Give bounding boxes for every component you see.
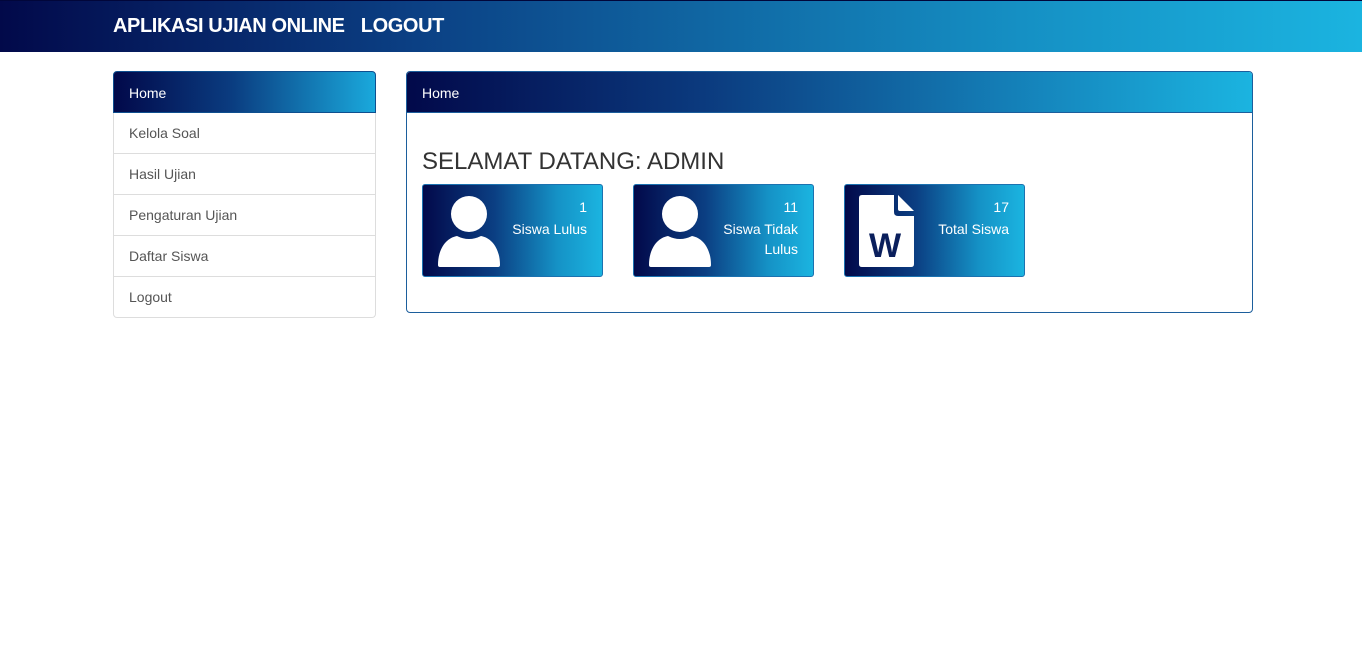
top-navbar: APLIKASI UJIAN ONLINE LOGOUT [0, 0, 1362, 52]
stat-card-siswa-tidak-lulus[interactable]: 11 Siswa Tidak Lulus [633, 184, 814, 277]
stat-count: 17 [993, 199, 1009, 215]
stat-count: 11 [783, 199, 798, 215]
stat-card-total-siswa[interactable]: W 17 Total Siswa [844, 184, 1025, 277]
stat-label: Siswa Tidak Lulus [723, 221, 798, 257]
navbar-brand: APLIKASI UJIAN ONLINE LOGOUT [113, 15, 444, 38]
user-icon [648, 195, 712, 272]
stat-count: 1 [579, 199, 587, 215]
sidebar-item-logout[interactable]: Logout [113, 277, 376, 318]
main-panel-heading: Home [407, 72, 1252, 113]
main-panel: Home SELAMAT DATANG: ADMIN 1 Siswa Lulus… [406, 71, 1253, 313]
stat-label: Total Siswa [938, 221, 1009, 237]
sidebar-item-kelola-soal[interactable]: Kelola Soal [113, 113, 376, 154]
header-logout-link[interactable]: LOGOUT [361, 15, 445, 37]
app-title-link[interactable]: APLIKASI UJIAN ONLINE [113, 15, 345, 37]
sidebar-menu: Home Kelola Soal Hasil Ujian Pengaturan … [113, 71, 376, 318]
sidebar-item-hasil-ujian[interactable]: Hasil Ujian [113, 154, 376, 195]
user-icon [437, 195, 501, 272]
sidebar-item-pengaturan-ujian[interactable]: Pengaturan Ujian [113, 195, 376, 236]
stat-card-siswa-lulus[interactable]: 1 Siswa Lulus [422, 184, 603, 277]
sidebar-item-home[interactable]: Home [113, 71, 376, 113]
svg-text:W: W [869, 227, 902, 265]
sidebar-item-daftar-siswa[interactable]: Daftar Siswa [113, 236, 376, 277]
welcome-title: SELAMAT DATANG: ADMIN [422, 148, 725, 175]
word-document-icon: W [859, 195, 915, 272]
stat-label: Siswa Lulus [512, 221, 587, 237]
